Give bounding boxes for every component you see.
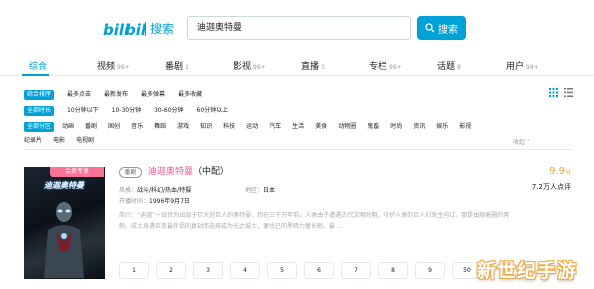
divider	[24, 149, 572, 150]
zone-option[interactable]: 舞蹈	[154, 122, 166, 132]
zone-option-active[interactable]: 全部分区	[24, 122, 55, 132]
episode-button[interactable]: 4	[230, 262, 260, 279]
zone-option[interactable]: 资讯	[413, 122, 425, 132]
search-icon	[425, 23, 435, 33]
zone-option[interactable]: 鬼畜	[367, 122, 379, 132]
zone-option[interactable]: 国创	[108, 122, 120, 132]
zone-option[interactable]: 知识	[200, 122, 212, 132]
episode-button[interactable]: 9	[415, 262, 445, 279]
tab-all[interactable]: 综合	[29, 59, 47, 72]
category-tabs: 综合 视频 99+ 番剧 1 影视 99+ 直播 3 专栏 99+ 话题 8 用户 99+	[0, 56, 594, 76]
episode-button[interactable]: 7	[341, 262, 371, 279]
duration-option[interactable]: 30-60分钟	[154, 106, 183, 116]
search-input[interactable]: 迪迦奥特曼	[187, 16, 411, 40]
style-meta: 风格：战斗/科幻/热血/特摄	[119, 187, 192, 194]
zone-option[interactable]: 时尚	[390, 122, 402, 132]
svg-text:bili: bili	[125, 21, 145, 39]
zone-filter-row: 全部分区 动画 番剧 国创 音乐 舞蹈 游戏 知识 科技 运动 汽车 生活 美食…	[24, 122, 471, 132]
episode-button[interactable]: 3	[193, 262, 223, 279]
zone-option[interactable]: 游戏	[177, 122, 189, 132]
ultraman-figure	[44, 202, 84, 278]
date-meta: 开播时间：1996年9月7日	[119, 198, 190, 205]
search-button[interactable]: 搜索	[417, 16, 466, 40]
tab-video[interactable]: 视频 99+	[97, 59, 130, 72]
episode-button[interactable]: 6	[304, 262, 334, 279]
result-description: 简介：“迪迦”一现世为出现于巨大的巨人的奥特曼，约在三千万年前，人类由于遭遇古代…	[119, 212, 510, 230]
duration-option-active[interactable]: 全部时长	[24, 106, 55, 116]
vip-badge: 会员专享	[50, 167, 104, 177]
zone-option[interactable]: 动物圈	[338, 122, 356, 132]
zone-option[interactable]: 音乐	[131, 122, 143, 132]
sort-option[interactable]: 最新发布	[104, 90, 128, 100]
episode-button[interactable]: 8	[378, 262, 408, 279]
episode-button[interactable]: 1	[119, 262, 149, 279]
logo-subtitle: 搜索	[150, 22, 175, 36]
tab-topics[interactable]: 话题 8	[437, 59, 461, 72]
zone-option[interactable]: 生活	[292, 122, 304, 132]
zone-option[interactable]: 番剧	[85, 122, 97, 132]
zone-option[interactable]: 电视剧	[76, 136, 94, 146]
duration-option[interactable]: 10-30分钟	[112, 106, 141, 116]
episode-button[interactable]: 5	[267, 262, 297, 279]
region-meta: 地区：日本	[245, 187, 276, 194]
score: 9.9分	[549, 166, 571, 177]
zone-option[interactable]: 影视	[459, 122, 471, 132]
sort-option[interactable]: 最多收藏	[178, 90, 202, 100]
collapse-filters-button[interactable]: 收起 ˄	[513, 137, 530, 146]
search-button-label: 搜索	[438, 24, 458, 36]
result-title[interactable]: 迪迦奥特曼（中配）	[148, 166, 229, 179]
zone-option[interactable]: 电影	[53, 136, 65, 146]
zone-option[interactable]: 动画	[62, 122, 74, 132]
zone-filter-row-2: 纪录片 电影 电视剧	[24, 136, 94, 146]
logo-separator	[145, 22, 146, 36]
sort-option[interactable]: 最多点击	[67, 90, 91, 100]
ratings-count: 7.2万人点评	[531, 183, 571, 191]
bilibili-logo[interactable]: bili bili	[103, 19, 145, 39]
tab-bangumi[interactable]: 番剧 1	[165, 59, 189, 72]
type-badge: 番剧	[119, 167, 142, 178]
duration-option[interactable]: 60分钟以上	[197, 106, 229, 116]
zone-option[interactable]: 美食	[315, 122, 327, 132]
tab-users[interactable]: 用户 99+	[506, 59, 539, 72]
poster-title-text: 迪迦奥特曼	[44, 181, 84, 190]
duration-filter-row: 全部时长 10分钟以下 10-30分钟 30-60分钟 60分钟以上	[24, 106, 228, 116]
sort-option-active[interactable]: 综合排序	[24, 90, 55, 100]
tab-live[interactable]: 直播 3	[301, 59, 325, 72]
zone-option[interactable]: 科技	[223, 122, 235, 132]
list-view-icon[interactable]	[564, 88, 573, 97]
active-tab-indicator	[22, 74, 49, 76]
sort-option[interactable]: 最多弹幕	[141, 90, 165, 100]
tab-movies[interactable]: 影视 99+	[233, 59, 266, 72]
watermark: 新世纪手游	[477, 260, 578, 282]
zone-option[interactable]: 娱乐	[436, 122, 448, 132]
episode-button[interactable]: 2	[156, 262, 186, 279]
grid-view-icon[interactable]	[549, 88, 558, 97]
duration-option[interactable]: 10分钟以下	[67, 106, 99, 116]
zone-option[interactable]: 运动	[246, 122, 258, 132]
tab-articles[interactable]: 专栏 99+	[369, 59, 402, 72]
zone-option[interactable]: 汽车	[269, 122, 281, 132]
sort-filter-row: 综合排序 最多点击 最新发布 最多弹幕 最多收藏	[24, 90, 202, 100]
zone-option[interactable]: 纪录片	[24, 136, 42, 146]
